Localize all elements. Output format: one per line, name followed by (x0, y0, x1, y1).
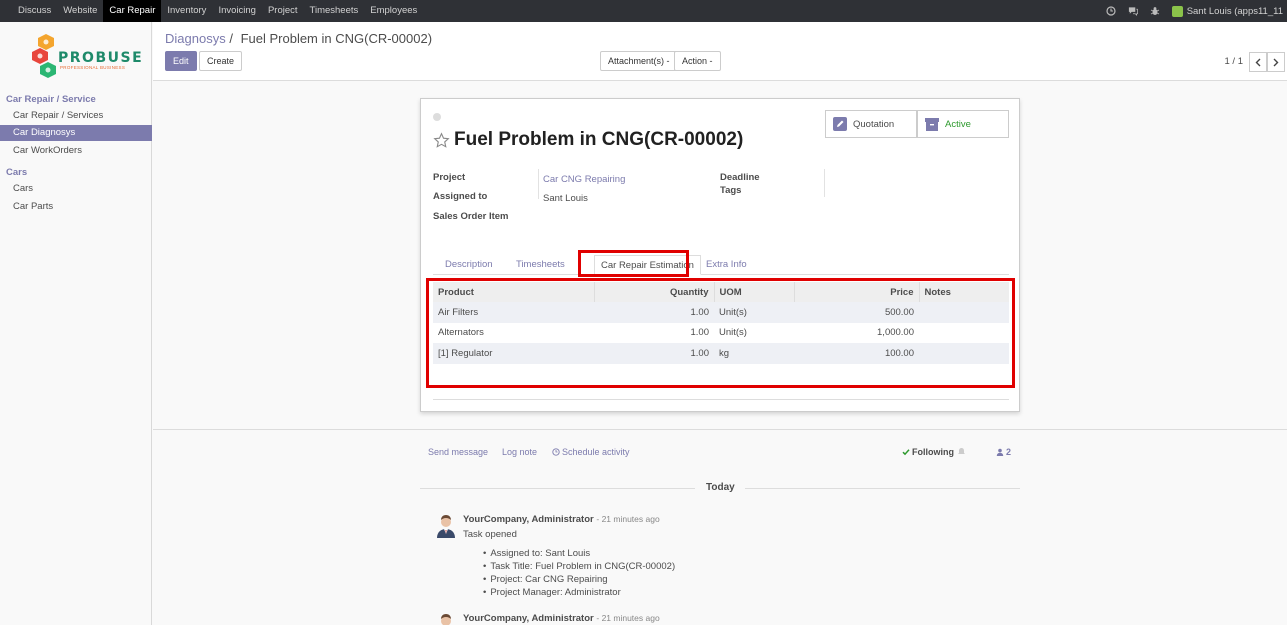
project-field[interactable]: Car CNG Repairing (543, 174, 625, 185)
message-author-name[interactable]: YourCompany, Administrator (463, 514, 594, 525)
create-button[interactable]: Create (199, 51, 243, 71)
logo-subtext: PROFESSIONAL BUSINESS (60, 65, 126, 70)
quotation-smart-button[interactable]: Quotation (825, 110, 917, 138)
followers-count: 2 (1006, 447, 1012, 457)
date-separator-today: Today (706, 482, 735, 493)
notebook-tabs: Description Timesheets Car Repair Estima… (433, 251, 1009, 275)
pager-value: 1 / 1 (1224, 56, 1244, 67)
breadcrumb: Diagnosys / Fuel Problem in CNG(CR-00002… (165, 31, 432, 46)
sidebar-item-car-parts[interactable]: Car Parts (0, 199, 152, 215)
star-icon[interactable] (433, 131, 450, 149)
table-highlight-box (426, 278, 1015, 388)
active-toggle-button[interactable]: Active (917, 110, 1009, 138)
edit-button[interactable]: Edit (165, 51, 197, 71)
menu-invoicing[interactable]: Invoicing (212, 0, 262, 22)
breadcrumb-parent[interactable]: Diagnosys (165, 31, 226, 46)
project-label: Project (433, 172, 466, 183)
assigned-to-label: Assigned to (433, 191, 488, 202)
message-timestamp: - 21 minutes ago (596, 514, 660, 524)
clock-icon (552, 448, 560, 456)
tags-label: Tags (720, 185, 742, 196)
following-button[interactable]: Following (902, 447, 954, 457)
date-divider-line (745, 488, 1020, 489)
message-body: Task opened (463, 529, 517, 540)
logo-text: PROBUSE (58, 50, 144, 66)
sidebar-item-car-repair-services[interactable]: Car Repair / Services (0, 108, 152, 124)
record-title-text: Fuel Problem in CNG(CR-00002) (454, 129, 744, 150)
action-dropdown[interactable]: Action - (674, 51, 721, 71)
menu-project[interactable]: Project (262, 0, 304, 22)
bug-icon[interactable] (1150, 6, 1160, 16)
control-panel: Diagnosys / Fuel Problem in CNG(CR-00002… (153, 22, 1287, 81)
schedule-activity-button[interactable]: Schedule activity (552, 447, 630, 457)
tracking-value: Assigned to: Sant Louis (483, 548, 590, 559)
date-divider-line (420, 488, 695, 489)
chevron-left-icon (1255, 58, 1261, 66)
followers-button[interactable]: 2 (996, 447, 1011, 457)
clock-icon[interactable] (1106, 6, 1116, 16)
user-avatar (1171, 5, 1183, 17)
tab-extra-info[interactable]: Extra Info (700, 255, 753, 275)
message-author: YourCompany, Administrator - 21 minutes … (463, 514, 660, 525)
menu-timesheets[interactable]: Timesheets (304, 0, 365, 22)
menu-discuss[interactable]: Discuss (12, 0, 57, 22)
sidebar-item-cars[interactable]: Cars (0, 181, 152, 197)
app-menu: Discuss Website Car Repair Inventory Inv… (0, 0, 423, 22)
menu-employees[interactable]: Employees (364, 0, 423, 22)
breadcrumb-separator: / (229, 31, 233, 46)
send-message-button[interactable]: Send message (428, 447, 488, 457)
message-author-avatar[interactable] (436, 613, 456, 625)
following-label: Following (912, 447, 954, 457)
attachments-dropdown[interactable]: Attachment(s) - (600, 51, 678, 71)
active-label: Active (945, 118, 971, 130)
message-author: YourCompany, Administrator - 21 minutes … (463, 613, 660, 624)
menu-website[interactable]: Website (57, 0, 103, 22)
check-icon (902, 449, 910, 456)
record-title: Fuel Problem in CNG(CR-00002) (433, 129, 743, 151)
tab-description[interactable]: Description (439, 255, 499, 275)
sidebar: PROBUSE PROFESSIONAL BUSINESS Car Repair… (0, 22, 152, 625)
field-separator (538, 169, 539, 199)
quotation-label: Quotation (853, 118, 895, 130)
menu-car-repair[interactable]: Car Repair (103, 0, 162, 22)
archive-icon (925, 117, 939, 131)
schedule-activity-label: Schedule activity (562, 447, 630, 457)
sidebar-item-car-diagnosys[interactable]: Car Diagnosys (0, 125, 152, 141)
pencil-icon (833, 117, 847, 131)
message-timestamp: - 21 minutes ago (596, 613, 660, 623)
chevron-right-icon (1273, 58, 1279, 66)
chat-icon[interactable] (1128, 6, 1138, 16)
tracking-value: Project Manager: Administrator (483, 587, 620, 598)
sidebar-item-car-workorders[interactable]: Car WorkOrders (0, 143, 152, 159)
message-author-avatar[interactable] (436, 514, 456, 538)
sheet-divider (433, 399, 1009, 400)
field-separator (824, 169, 825, 197)
user-icon (996, 448, 1004, 456)
company-logo: PROBUSE PROFESSIONAL BUSINESS (30, 32, 142, 82)
top-navbar: Discuss Website Car Repair Inventory Inv… (0, 0, 1287, 22)
message-author-name[interactable]: YourCompany, Administrator (463, 613, 594, 624)
pager-next-button[interactable] (1267, 52, 1285, 72)
user-name: Sant Louis (apps11_11 (1186, 5, 1283, 17)
kanban-state-indicator[interactable] (433, 113, 441, 121)
sidebar-section-cars[interactable]: Cars (6, 167, 27, 178)
tracking-value: Project: Car CNG Repairing (483, 574, 607, 585)
notifications-bell-icon[interactable] (957, 447, 966, 458)
deadline-label: Deadline (720, 172, 760, 183)
breadcrumb-current: Fuel Problem in CNG(CR-00002) (240, 31, 433, 46)
log-note-button[interactable]: Log note (502, 447, 537, 457)
tracking-value: Task Title: Fuel Problem in CNG(CR-00002… (483, 561, 675, 572)
tab-timesheets[interactable]: Timesheets (510, 255, 571, 275)
assigned-to-field[interactable]: Sant Louis (543, 193, 588, 204)
tab-highlight-box (578, 250, 689, 277)
pager-previous-button[interactable] (1249, 52, 1267, 72)
menu-inventory[interactable]: Inventory (161, 0, 212, 22)
sidebar-section-car-repair[interactable]: Car Repair / Service (6, 94, 96, 105)
sales-order-item-label: Sales Order Item (433, 211, 509, 222)
user-menu[interactable]: Sant Louis (apps11_11 (1171, 5, 1283, 17)
